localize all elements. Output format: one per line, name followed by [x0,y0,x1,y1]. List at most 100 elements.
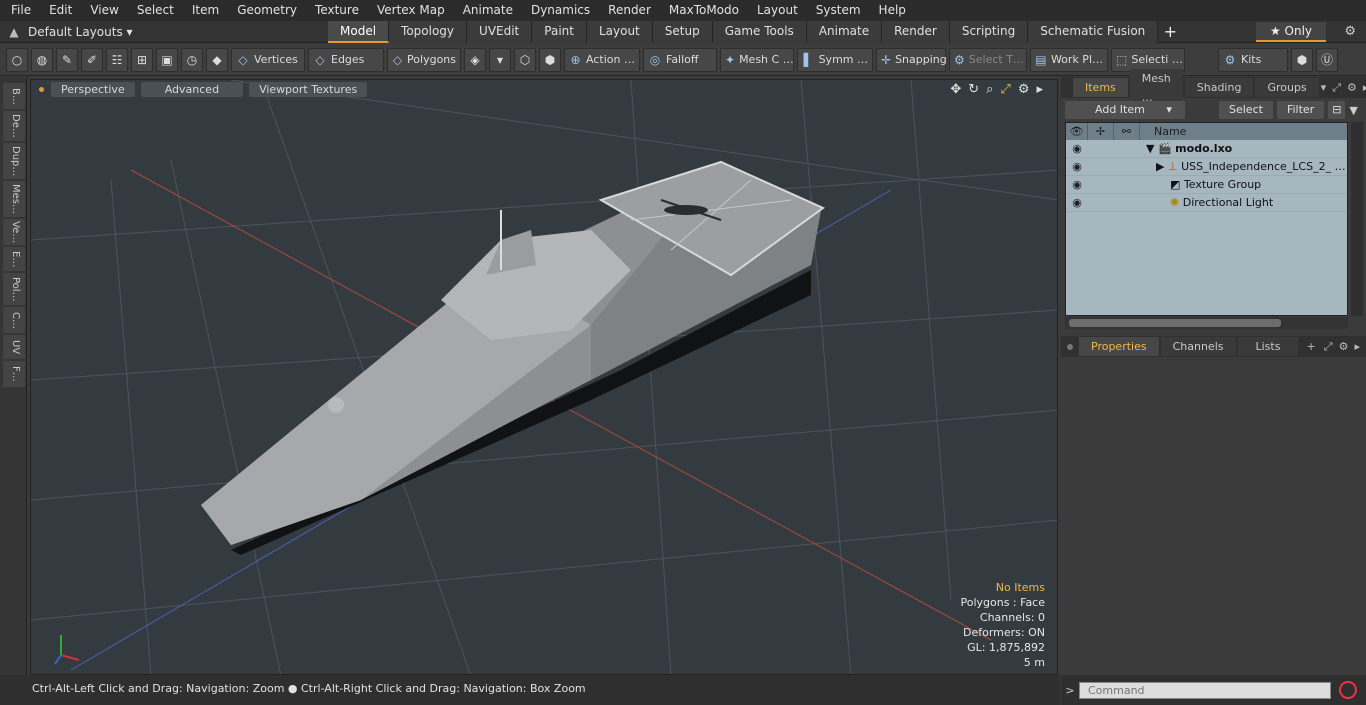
item-row-texture-group[interactable]: ◉ ◩ Texture Group [1066,176,1347,194]
menu-view[interactable]: View [79,0,125,21]
left-tab-curve[interactable]: C… [3,307,25,333]
menu-edit[interactable]: Edit [38,0,79,21]
perspective-button[interactable]: Perspective [51,81,135,97]
tab-game-tools[interactable]: Game Tools [712,20,807,43]
funnel-icon[interactable]: ▼ [1349,104,1357,117]
panel-arrow-icon[interactable]: ▸ [1354,340,1360,354]
tab-topology[interactable]: Topology [389,20,468,43]
tab-model[interactable]: Model [328,20,390,43]
menu-help[interactable]: Help [868,0,913,21]
chevron-down-icon[interactable]: ▾ [1321,81,1327,95]
tab-uvedit[interactable]: UVEdit [467,20,533,43]
left-tab-mesh-edit[interactable]: Mes… [3,181,25,217]
material-button[interactable]: ◈ [464,47,486,72]
collapsed-triangle-icon[interactable]: ▶ [1156,160,1164,173]
center-button[interactable]: ⊞ [131,47,153,72]
menu-select[interactable]: Select [126,0,181,21]
expand-triangle-icon[interactable]: ▼ [1146,142,1154,155]
type-column-icon[interactable]: ⚯ [1114,123,1140,140]
menu-geometry[interactable]: Geometry [226,0,304,21]
3d-viewport[interactable]: Perspective Advanced Viewport Textures ✥… [30,79,1058,675]
items-horizontal-scrollbar[interactable] [1065,317,1348,329]
command-input[interactable] [1079,681,1331,699]
left-tab-edge[interactable]: E… [3,247,25,271]
visibility-column-icon[interactable]: 👁 [1066,123,1088,140]
left-tab-polygon[interactable]: Pol… [3,273,25,305]
falloff-button[interactable]: ◎ Falloff [643,47,717,72]
circle-select-button[interactable]: ○ [6,47,28,72]
tab-groups[interactable]: Groups [1255,78,1319,97]
item-row-mesh[interactable]: ◉ ▶ ⊥ USS_Independence_LCS_2_ … [1066,158,1347,176]
symmetry-button[interactable]: ▌ Symm … [797,47,873,72]
items-vertical-scrollbar[interactable] [1351,122,1363,316]
vertices-button[interactable]: ◇ Vertices [231,47,305,72]
panel-gear-icon[interactable]: ⚙ [1339,340,1349,354]
only-button[interactable]: ★ Only [1256,22,1326,42]
expand-icon[interactable]: ⤢ [1324,340,1333,354]
tab-render[interactable]: Render [882,20,950,43]
gear-icon[interactable]: ⚙ [1344,24,1356,39]
tab-paint[interactable]: Paint [532,20,587,43]
kits-button[interactable]: ⚙ Kits [1218,47,1288,72]
add-item-button[interactable]: Add Item ▾ [1065,101,1185,119]
action-center-button[interactable]: ⊕ Action … [564,47,640,72]
left-tab-uv[interactable]: UV [3,335,25,359]
tab-channels[interactable]: Channels [1160,337,1236,356]
viewport-expand-icon[interactable]: ▸ [1036,82,1043,97]
menu-system[interactable]: System [805,0,868,21]
shield-button[interactable]: ⬡ [514,47,536,72]
menu-dynamics[interactable]: Dynamics [520,0,597,21]
align-button[interactable]: ☷ [106,47,128,72]
snapping-button[interactable]: ✛ Snapping [876,47,947,72]
eye-icon[interactable]: ◉ [1066,142,1088,155]
globe-button[interactable]: ◍ [31,47,53,72]
left-tab-duplicate[interactable]: Dup… [3,143,25,179]
left-tab-fusion[interactable]: F… [3,361,25,387]
filter-button[interactable]: Filter [1276,101,1325,119]
tab-properties[interactable]: Properties [1079,337,1159,356]
left-tab-vertex[interactable]: Ve… [3,219,25,245]
menu-texture[interactable]: Texture [304,0,366,21]
material-dropdown[interactable]: ▾ [489,47,511,72]
viewport-settings-icon[interactable]: ⚙ [1018,82,1030,97]
workplane-button[interactable]: ▤ Work Pl… [1030,47,1108,72]
menu-layout[interactable]: Layout [746,0,805,21]
tab-setup[interactable]: Setup [652,20,713,43]
panel-menu-dot[interactable] [1067,343,1073,350]
lock-column-icon[interactable]: ✢ [1088,123,1114,140]
item-mode-button[interactable]: ◆ [206,47,228,72]
layout-menu-icon[interactable]: ▲ [0,25,28,39]
tab-scripting[interactable]: Scripting [949,20,1029,43]
fit-view-icon[interactable]: ⤢ [1000,82,1010,97]
unreal-button[interactable]: Ⓤ [1316,47,1338,72]
select-through-button[interactable]: ⚙ Select T… [949,47,1027,72]
eye-icon[interactable]: ◉ [1066,160,1088,173]
viewport-textures-button[interactable]: Viewport Textures [249,81,368,97]
add-tab-icon[interactable]: + [1158,22,1182,41]
select-button[interactable]: Select [1219,101,1273,119]
tab-lists[interactable]: Lists [1237,337,1299,356]
name-column-header[interactable]: Name [1140,123,1186,140]
eye-icon[interactable]: ◉ [1066,196,1088,209]
tab-animate[interactable]: Animate [806,20,883,43]
left-tab-basic[interactable]: B… [3,83,25,109]
pen-button[interactable]: ✎ [56,47,78,72]
advanced-button[interactable]: Advanced [140,81,244,97]
menu-vertex-map[interactable]: Vertex Map [366,0,452,21]
menu-animate[interactable]: Animate [452,0,520,21]
move-view-icon[interactable]: ✥ [950,82,961,97]
default-layouts-dropdown[interactable]: Default Layouts ▾ [28,25,328,39]
collapse-button[interactable]: ⊟ [1328,101,1346,119]
scrollbar-thumb[interactable] [1069,319,1281,327]
unity-button[interactable]: ⬢ [1291,47,1313,72]
command-stop-icon[interactable] [1339,681,1357,699]
item-row-directional-light[interactable]: ◉ ✺ Directional Light [1066,194,1347,212]
tab-schematic-fusion[interactable]: Schematic Fusion [1028,20,1159,43]
menu-file[interactable]: File [0,0,38,21]
frame-button[interactable]: ▣ [156,47,178,72]
viewport-menu-dot[interactable] [39,86,44,92]
zoom-view-icon[interactable]: ⌕ [986,82,993,97]
eye-icon[interactable]: ◉ [1066,178,1088,191]
polygons-button[interactable]: ◇ Polygons [387,47,461,72]
rotate-view-icon[interactable]: ↻ [968,82,979,97]
